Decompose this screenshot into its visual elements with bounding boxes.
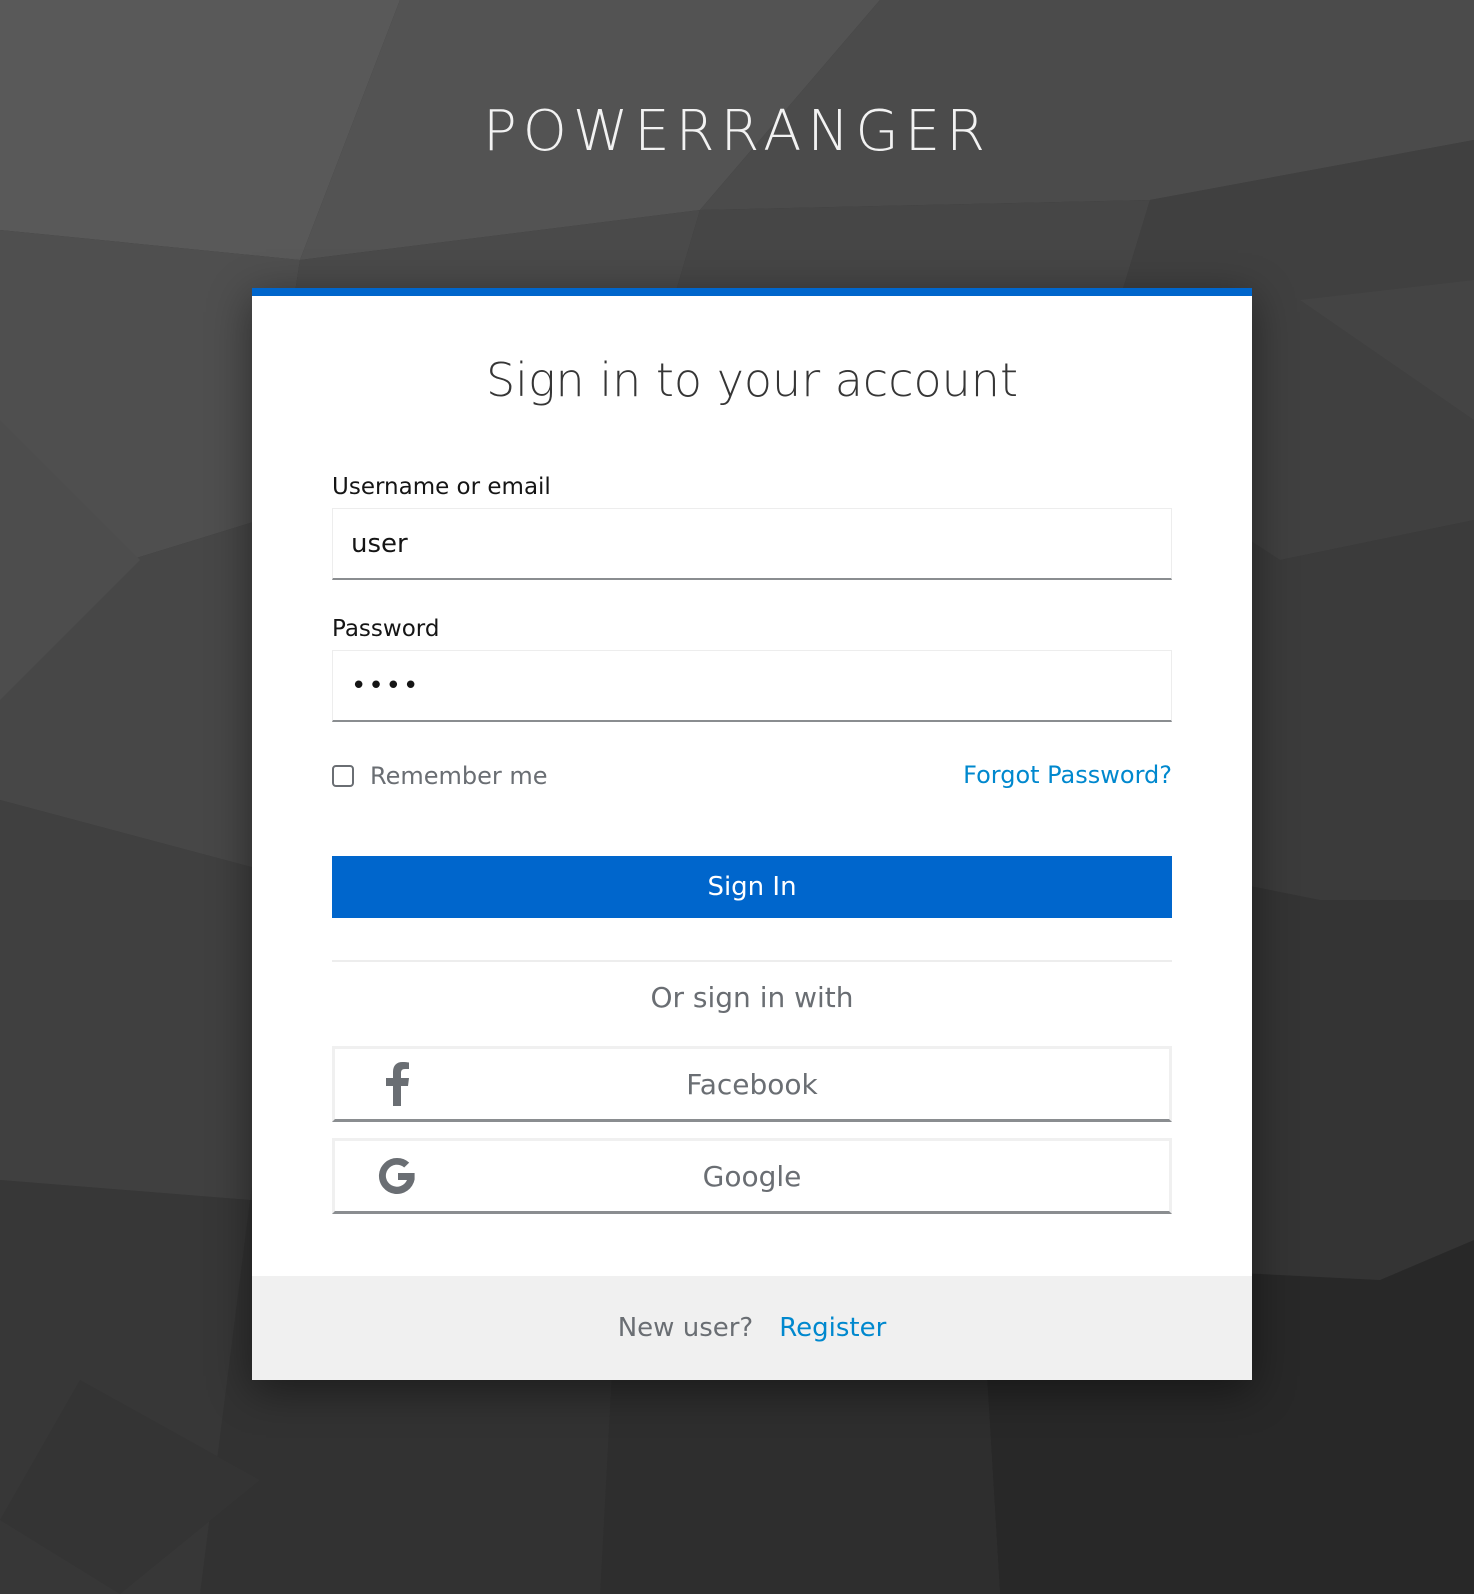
username-label: Username or email (332, 474, 551, 500)
login-card: Sign in to your account Username or emai… (252, 288, 1252, 1380)
brand-title: POWERRANGER (482, 99, 992, 164)
facebook-icon (375, 1062, 419, 1106)
google-label: Google (702, 1159, 802, 1193)
register-link[interactable]: Register (779, 1313, 886, 1343)
password-label: Password (332, 616, 440, 642)
new-user-text: New user? (617, 1313, 754, 1343)
facebook-label: Facebook (686, 1067, 818, 1101)
page-title: Sign in to your account (485, 353, 1019, 407)
social-heading: Or sign in with (650, 981, 854, 1014)
username-input[interactable] (332, 508, 1172, 580)
divider (332, 960, 1172, 962)
card-footer: New user? Register (252, 1276, 1252, 1380)
sign-in-button[interactable]: Sign In (332, 856, 1172, 918)
remember-me-row[interactable]: Remember me (332, 760, 548, 792)
remember-me-label[interactable]: Remember me (370, 762, 548, 790)
remember-me-checkbox[interactable] (332, 765, 354, 787)
forgot-password-link[interactable]: Forgot Password? (963, 758, 1172, 792)
facebook-button[interactable]: Facebook (332, 1046, 1172, 1122)
google-icon (375, 1154, 419, 1198)
password-input[interactable] (332, 650, 1172, 722)
google-button[interactable]: Google (332, 1138, 1172, 1214)
